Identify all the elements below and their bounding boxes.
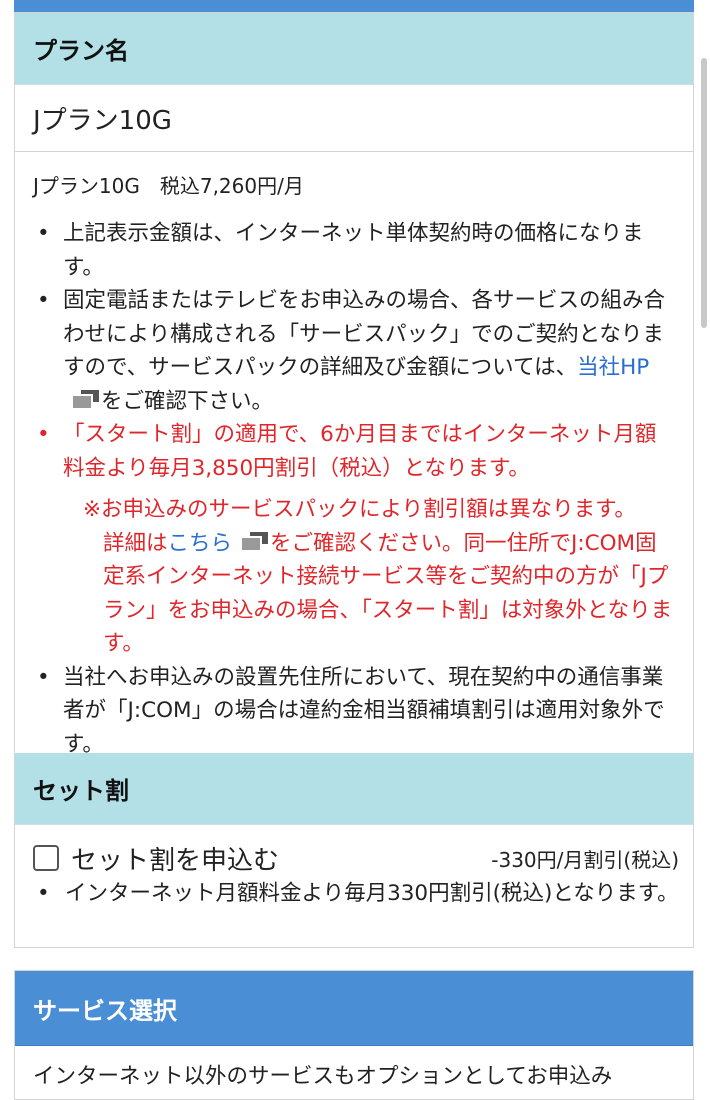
set-discount-heading: セット割 [15,753,693,825]
set-discount-label[interactable]: セット割を申込む [71,840,279,877]
external-link-icon [240,531,269,552]
note-item-start-discount: 「スタート割」の適用で、6か月目まではインターネット月額料金より毎月3,850円… [33,418,675,485]
details-link[interactable]: こちら [168,531,233,556]
price-line: Jプラン10G 税込7,260円/月 [33,174,304,198]
company-hp-link[interactable]: 当社HP [577,355,649,380]
plan-name: Jプラン10G [15,85,693,152]
subnote-detail: 詳細はこちら をご確認ください。同一住所でJ:COM固定系インターネット接続サービ… [83,527,675,661]
plan-description: Jプラン10G 税込7,260円/月 上記表示金額は、インターネット単体契約時の… [15,152,693,761]
set-discount-note: インターネット月額料金より毎月330円割引(税込)となります。 [33,877,679,911]
subnote-text: 詳細は [103,530,168,556]
set-discount-checkbox[interactable] [33,845,59,871]
note-text: 固定電話またはテレビをお申込みの場合、各サービスの組み合わせにより構成される「サ… [63,288,666,380]
service-select-card: サービス選択 インターネット以外のサービスもオプションとしてお申込み [14,970,694,1100]
external-link-icon [71,389,99,410]
service-select-heading: サービス選択 [15,971,693,1046]
plan-section-heading: プラン名 [15,13,693,85]
note-item-single-price: 上記表示金額は、インターネット単体契約時の価格になります。 [33,217,675,284]
set-discount-amount: -330円/月割引(税込) [491,847,679,872]
plan-notes-list-2: 当社へお申込みの設置先住所において、現在契約中の通信事業者が「J:COM」の場合… [33,661,675,762]
set-discount-row: セット割を申込む -330円/月割引(税込) [33,843,679,876]
plan-notes-list: 上記表示金額は、インターネット単体契約時の価格になります。 固定電話またはテレビ… [33,217,675,485]
note-item-service-pack: 固定電話またはテレビをお申込みの場合、各サービスの組み合わせにより構成される「サ… [33,284,675,418]
note-item-penalty: 当社へお申込みの設置先住所において、現在契約中の通信事業者が「J:COM」の場合… [33,661,675,762]
plan-card: プラン名 Jプラン10G Jプラン10G 税込7,260円/月 上記表示金額は、… [14,12,694,948]
set-discount-body: セット割を申込む -330円/月割引(税込) インターネット月額料金より毎月33… [15,825,693,911]
service-select-text: インターネット以外のサービスもオプションとしてお申込み [33,1064,613,1089]
top-blue-bar [14,0,694,12]
note-text: をご確認下さい。 [101,388,274,414]
scrollbar[interactable] [701,58,707,328]
subnote-line: ※お申込みのサービスパックにより割引額は異なります。 [83,497,636,522]
start-discount-subnote: ※お申込みのサービスパックにより割引額は異なります。 詳細はこちら をご確認くださ… [33,493,675,661]
